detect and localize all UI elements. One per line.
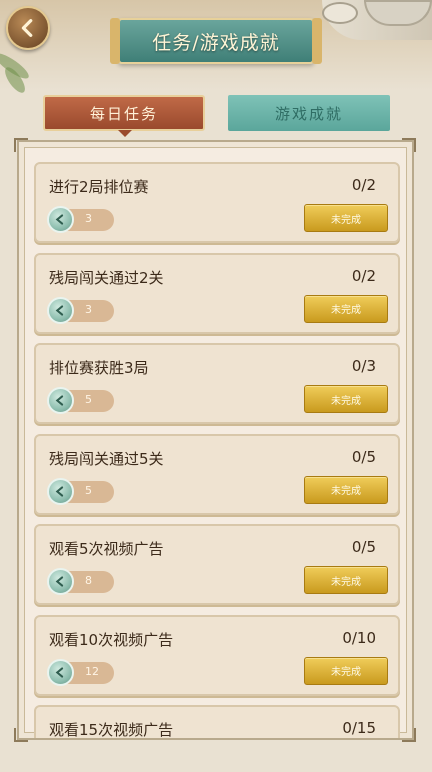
incomplete-status-button[interactable]: 未完成 bbox=[304, 566, 388, 594]
task-progress: 0/2 bbox=[351, 176, 376, 194]
task-item: 排位赛获胜3局 0/3 5 未完成 bbox=[34, 343, 400, 424]
task-name: 残局闯关通过2关 bbox=[49, 268, 164, 287]
reward-pill: 3 bbox=[47, 296, 114, 324]
incomplete-status-button[interactable]: 未完成 bbox=[304, 204, 388, 232]
jade-coin-icon bbox=[47, 296, 74, 324]
task-name: 排位赛获胜3局 bbox=[49, 359, 149, 377]
task-name: 观看15次视频广告 bbox=[49, 721, 174, 739]
task-list[interactable]: 进行2局排位赛 0/2 3 未完成 残局闯关通过2关 0/2 3 未完成 排位赛… bbox=[34, 162, 400, 739]
page-title: 任务/游戏成就 bbox=[152, 31, 280, 54]
jade-coin-icon bbox=[47, 658, 74, 686]
incomplete-status-button[interactable]: 未完成 bbox=[304, 656, 388, 685]
jade-coin-icon bbox=[47, 206, 74, 233]
reward-amount: 5 bbox=[85, 393, 92, 406]
tea-cup-decoration bbox=[322, 2, 358, 24]
task-item: 观看10次视频广告 0/10 12 未完成 bbox=[34, 614, 400, 696]
task-name: 进行2局排位赛 bbox=[49, 178, 149, 196]
reward-pill: 12 bbox=[47, 658, 114, 686]
task-item: 观看5次视频广告 0/5 8 未完成 bbox=[34, 524, 400, 605]
jade-coin-icon bbox=[47, 568, 74, 595]
task-progress: 0/3 bbox=[351, 357, 376, 375]
task-item: 观看15次视频广告 0/15 未完成 bbox=[34, 705, 400, 739]
task-progress: 0/5 bbox=[351, 538, 376, 556]
task-progress: 0/15 bbox=[342, 719, 376, 737]
task-progress: 0/2 bbox=[351, 266, 376, 285]
reward-amount: 8 bbox=[85, 574, 92, 587]
title-banner: 任务/游戏成就 bbox=[110, 18, 322, 64]
jade-coin-icon bbox=[47, 387, 74, 414]
incomplete-status-button[interactable]: 未完成 bbox=[304, 294, 388, 323]
panel-corner-ornament bbox=[14, 728, 28, 742]
tab-daily-tasks[interactable]: 每日任务 bbox=[43, 95, 205, 137]
task-item: 残局闯关通过5关 0/5 5 未完成 bbox=[34, 433, 400, 515]
task-item: 残局闯关通过2关 0/2 3 未完成 bbox=[34, 252, 400, 334]
tab-game-achievements[interactable]: 游戏成就 bbox=[228, 95, 390, 131]
task-name: 观看5次视频广告 bbox=[49, 540, 164, 558]
reward-amount: 5 bbox=[85, 483, 92, 497]
back-button[interactable] bbox=[6, 6, 50, 50]
task-item: 进行2局排位赛 0/2 3 未完成 bbox=[34, 162, 400, 243]
task-panel[interactable]: 进行2局排位赛 0/2 3 未完成 残局闯关通过2关 0/2 3 未完成 排位赛… bbox=[17, 140, 414, 740]
reward-pill: 3 bbox=[47, 206, 114, 233]
incomplete-status-button[interactable]: 未完成 bbox=[304, 475, 388, 504]
task-progress: 0/10 bbox=[342, 628, 376, 647]
task-progress: 0/5 bbox=[351, 447, 376, 466]
task-name: 观看10次视频广告 bbox=[49, 630, 174, 649]
jade-coin-icon bbox=[47, 477, 74, 505]
panel-corner-ornament bbox=[402, 728, 416, 742]
reward-amount: 3 bbox=[85, 212, 92, 225]
reward-amount: 12 bbox=[85, 664, 99, 678]
reward-pill: 8 bbox=[47, 568, 114, 595]
reward-pill: 5 bbox=[47, 387, 114, 414]
task-name: 残局闯关通过5关 bbox=[49, 449, 164, 468]
back-arrow-icon bbox=[21, 19, 33, 37]
reward-amount: 3 bbox=[85, 302, 92, 316]
reward-pill: 5 bbox=[47, 477, 114, 505]
incomplete-status-button[interactable]: 未完成 bbox=[304, 385, 388, 413]
